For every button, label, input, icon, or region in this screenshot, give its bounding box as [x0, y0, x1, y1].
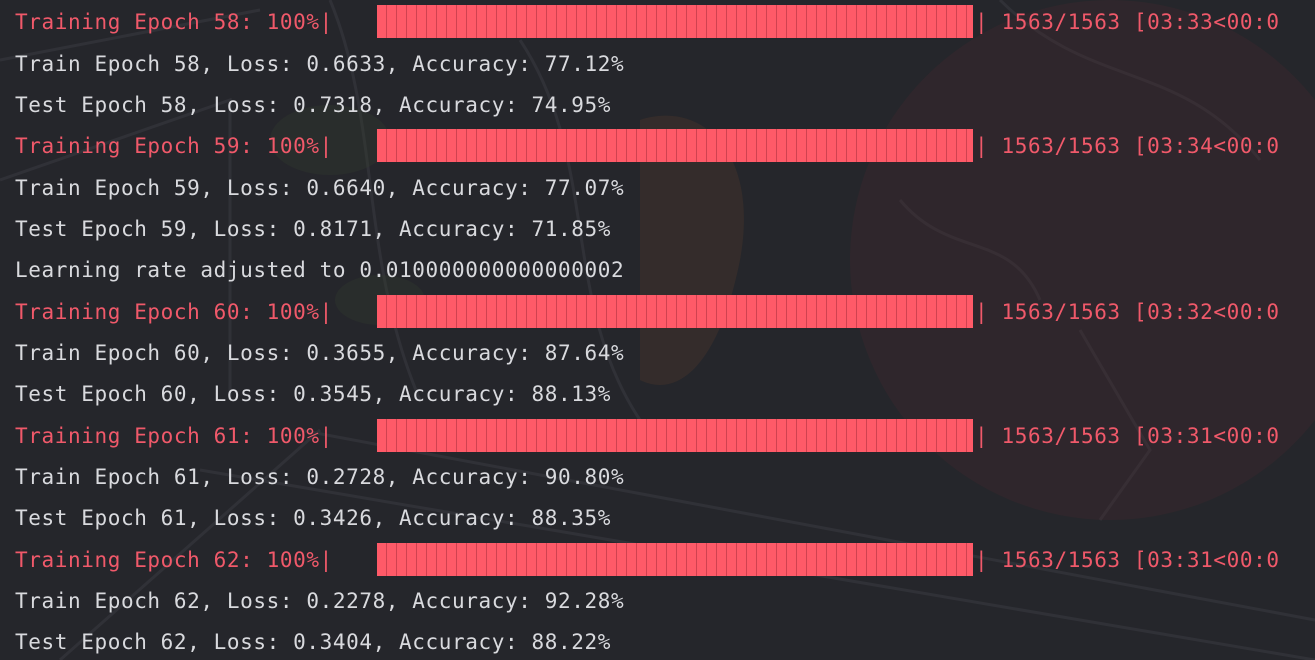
train-metrics-line: Train Epoch 59, Loss: 0.6640, Accuracy: …	[15, 176, 625, 200]
learning-rate-line: Learning rate adjusted to 0.010000000000…	[15, 258, 625, 282]
progress-bar	[377, 419, 973, 452]
progress-label: Training Epoch 61: 100%|	[15, 424, 333, 448]
test-metrics-line: Test Epoch 58, Loss: 0.7318, Accuracy: 7…	[15, 93, 611, 117]
progress-stats: | 1563/1563 [03:31<00:0	[975, 424, 1280, 448]
test-metrics-line: Test Epoch 59, Loss: 0.8171, Accuracy: 7…	[15, 217, 611, 241]
progress-label: Training Epoch 60: 100%|	[15, 300, 333, 324]
test-metrics-line: Test Epoch 62, Loss: 0.3404, Accuracy: 8…	[15, 630, 611, 654]
test-metrics-line: Test Epoch 60, Loss: 0.3545, Accuracy: 8…	[15, 382, 611, 406]
test-metrics-line: Test Epoch 61, Loss: 0.3426, Accuracy: 8…	[15, 506, 611, 530]
progress-bar	[377, 295, 973, 328]
progress-bar	[377, 5, 973, 38]
train-metrics-line: Train Epoch 58, Loss: 0.6633, Accuracy: …	[15, 52, 625, 76]
progress-label: Training Epoch 62: 100%|	[15, 548, 333, 572]
progress-bar	[377, 129, 973, 162]
progress-stats: | 1563/1563 [03:34<00:0	[975, 134, 1280, 158]
terminal-output[interactable]: Training Epoch 58: 100%| | 1563/1563 [03…	[0, 0, 1315, 660]
progress-label: Training Epoch 59: 100%|	[15, 134, 333, 158]
progress-stats: | 1563/1563 [03:31<00:0	[975, 548, 1280, 572]
train-metrics-line: Train Epoch 62, Loss: 0.2278, Accuracy: …	[15, 589, 625, 613]
progress-label: Training Epoch 58: 100%|	[15, 10, 333, 34]
train-metrics-line: Train Epoch 61, Loss: 0.2728, Accuracy: …	[15, 465, 625, 489]
progress-stats: | 1563/1563 [03:32<00:0	[975, 300, 1280, 324]
train-metrics-line: Train Epoch 60, Loss: 0.3655, Accuracy: …	[15, 341, 625, 365]
progress-stats: | 1563/1563 [03:33<00:0	[975, 10, 1280, 34]
progress-bar	[377, 543, 973, 576]
